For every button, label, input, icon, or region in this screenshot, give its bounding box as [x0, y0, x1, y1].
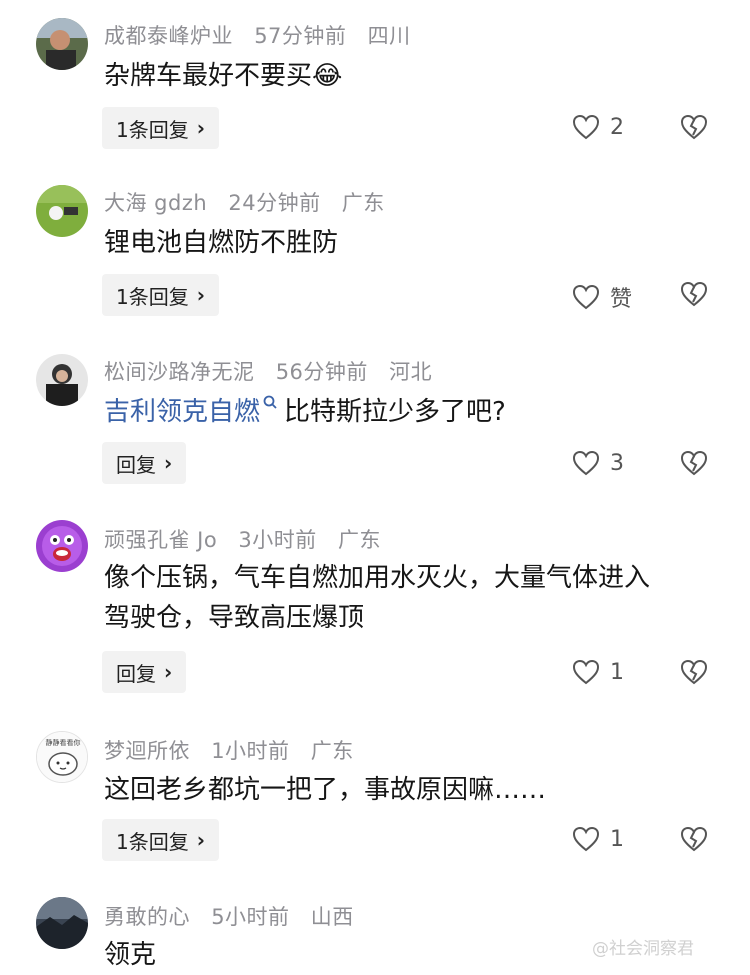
comment-text-content: 杂牌车最好不要买: [104, 61, 313, 91]
like-button[interactable]: 3: [572, 450, 624, 476]
comment-text-line: 像个压锅，气车自燃加用水灭火，大量气体进入: [104, 563, 651, 593]
comment-location: 四川: [367, 24, 411, 48]
comment-meta: 成都泰峰炉业 57分钟前 四川: [104, 20, 425, 50]
comment-meta: 大海 gdzh 24分钟前 广东: [104, 187, 399, 217]
avatar-text: 静静看看你: [46, 738, 81, 747]
chevron-right-icon: ›: [196, 283, 205, 307]
chevron-right-icon: ›: [164, 660, 173, 684]
comment-meta: 顽强孔雀 Jo 3小时前 广东: [104, 524, 395, 554]
broken-heart-icon: [680, 659, 708, 685]
reply-button[interactable]: 回复 ›: [102, 651, 187, 693]
user-avatar[interactable]: [36, 520, 88, 572]
comment-meta: 松间沙路净无泥 56分钟前 河北: [104, 356, 446, 386]
search-link[interactable]: 吉利领克自燃: [104, 397, 260, 427]
like-button[interactable]: 1: [572, 659, 624, 685]
heart-outline-icon: [572, 826, 600, 852]
comment-location: 广东: [310, 739, 354, 763]
heart-outline-icon: [572, 114, 600, 140]
username[interactable]: 松间沙路净无泥: [104, 360, 255, 384]
user-avatar[interactable]: [36, 185, 88, 237]
username[interactable]: 大海 gdzh: [104, 191, 207, 215]
comment-time: 3小时前: [238, 528, 317, 552]
dislike-button[interactable]: [680, 450, 708, 480]
user-avatar[interactable]: 静静看看你: [36, 731, 88, 783]
dislike-button[interactable]: [680, 114, 708, 144]
comment-text: 锂电池自燃防不胜防: [104, 223, 724, 263]
comment-time: 5小时前: [211, 905, 290, 929]
comment-meta: 梦迴所依 1小时前 广东: [104, 735, 368, 765]
comment-text-content: 这回老乡都坑一把了，事故原因嘛……: [104, 775, 547, 805]
search-icon[interactable]: [262, 394, 278, 410]
laughing-emoji-icon: 😂: [312, 61, 343, 91]
reply-label: 1条回复: [116, 829, 189, 854]
like-count: 1: [610, 659, 624, 685]
comment-time: 24分钟前: [228, 191, 321, 215]
username[interactable]: 梦迴所依: [104, 739, 190, 763]
comment-text-content: 锂电池自燃防不胜防: [104, 228, 339, 258]
reply-label: 回复: [116, 661, 156, 686]
reply-button[interactable]: 1条回复 ›: [102, 274, 219, 316]
broken-heart-icon: [680, 114, 708, 140]
comment-time: 57分钟前: [254, 24, 347, 48]
like-button[interactable]: 1: [572, 826, 624, 852]
comment-meta: 勇敢的心 5小时前 山西: [104, 901, 368, 931]
comment-text: 这回老乡都坑一把了，事故原因嘛……: [104, 770, 724, 810]
username[interactable]: 顽强孔雀 Jo: [104, 528, 217, 552]
comment-location: 广东: [341, 191, 385, 215]
reply-label: 1条回复: [116, 117, 189, 142]
dislike-button[interactable]: [680, 826, 708, 856]
reply-label: 回复: [116, 452, 156, 477]
reply-button[interactable]: 1条回复 ›: [102, 107, 219, 149]
broken-heart-icon: [680, 826, 708, 852]
chevron-right-icon: ›: [196, 116, 205, 140]
username[interactable]: 勇敢的心: [104, 905, 190, 929]
broken-heart-icon: [680, 450, 708, 476]
reply-button[interactable]: 1条回复 ›: [102, 819, 219, 861]
heart-outline-icon: [572, 450, 600, 476]
user-avatar[interactable]: [36, 18, 88, 70]
comment-time: 56分钟前: [275, 360, 368, 384]
dislike-button[interactable]: [680, 659, 708, 689]
broken-heart-icon: [680, 281, 708, 307]
comment-text: 像个压锅，气车自燃加用水灭火，大量气体进入 驾驶仓，导致高压爆顶: [104, 558, 724, 638]
like-count: 赞: [610, 287, 633, 312]
like-button[interactable]: 赞: [572, 281, 632, 313]
comment-text-content: 比特斯拉少多了吧?: [284, 397, 506, 427]
comment-time: 1小时前: [211, 739, 290, 763]
comment-text: 吉利领克自燃 比特斯拉少多了吧?: [104, 392, 724, 432]
comment-location: 广东: [337, 528, 381, 552]
username[interactable]: 成都泰峰炉业: [104, 24, 233, 48]
chevron-right-icon: ›: [196, 828, 205, 852]
comment-location: 山西: [310, 905, 354, 929]
like-count: 2: [610, 114, 624, 140]
dislike-button[interactable]: [680, 281, 708, 311]
heart-outline-icon: [572, 659, 600, 685]
user-avatar[interactable]: [36, 354, 88, 406]
reply-label: 1条回复: [116, 284, 189, 309]
like-button[interactable]: 2: [572, 114, 624, 140]
like-count: 1: [610, 826, 624, 852]
watermark: @社会洞察君: [592, 939, 694, 959]
comment-text: 杂牌车最好不要买😂: [104, 56, 724, 96]
comment-text-content: 领克: [104, 940, 157, 970]
user-avatar[interactable]: [36, 897, 88, 949]
like-count: 3: [610, 450, 624, 476]
reply-button[interactable]: 回复 ›: [102, 442, 187, 484]
chevron-right-icon: ›: [164, 451, 173, 475]
comment-location: 河北: [389, 360, 433, 384]
comment-text-line: 驾驶仓，导致高压爆顶: [104, 603, 365, 633]
heart-outline-icon: [572, 284, 600, 310]
